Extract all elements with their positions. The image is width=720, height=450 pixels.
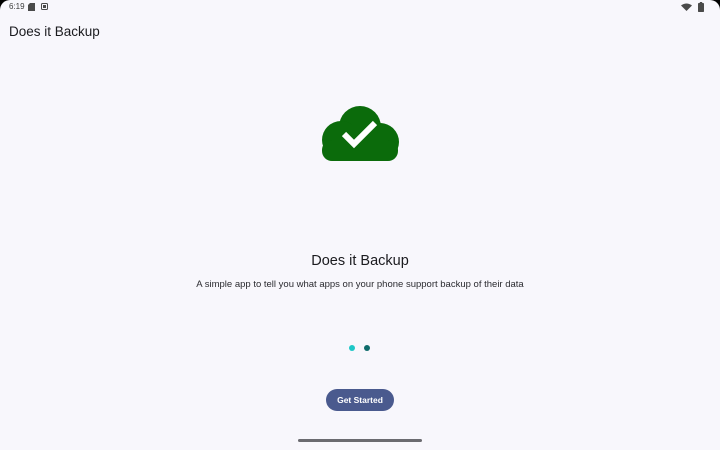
get-started-button[interactable]: Get Started	[326, 389, 394, 411]
navigation-gesture-handle[interactable]	[298, 439, 422, 442]
app-screen: 6:19 Does it Backup Does it Backup A sim…	[0, 0, 720, 450]
wifi-icon	[681, 3, 692, 11]
page-dot-2-active[interactable]	[364, 345, 370, 351]
onboarding-subtitle: A simple app to tell you what apps on yo…	[196, 279, 524, 290]
notification-icon	[41, 3, 48, 10]
page-dot-1[interactable]	[349, 345, 355, 351]
cloud-check-icon	[322, 106, 399, 161]
sd-card-icon	[28, 3, 35, 11]
battery-icon	[698, 2, 704, 12]
onboarding-headline: Does it Backup	[311, 253, 409, 269]
app-bar-title: Does it Backup	[9, 24, 100, 39]
status-time: 6:19	[9, 2, 25, 11]
status-bar: 6:19	[0, 0, 720, 14]
page-indicator	[349, 345, 373, 351]
